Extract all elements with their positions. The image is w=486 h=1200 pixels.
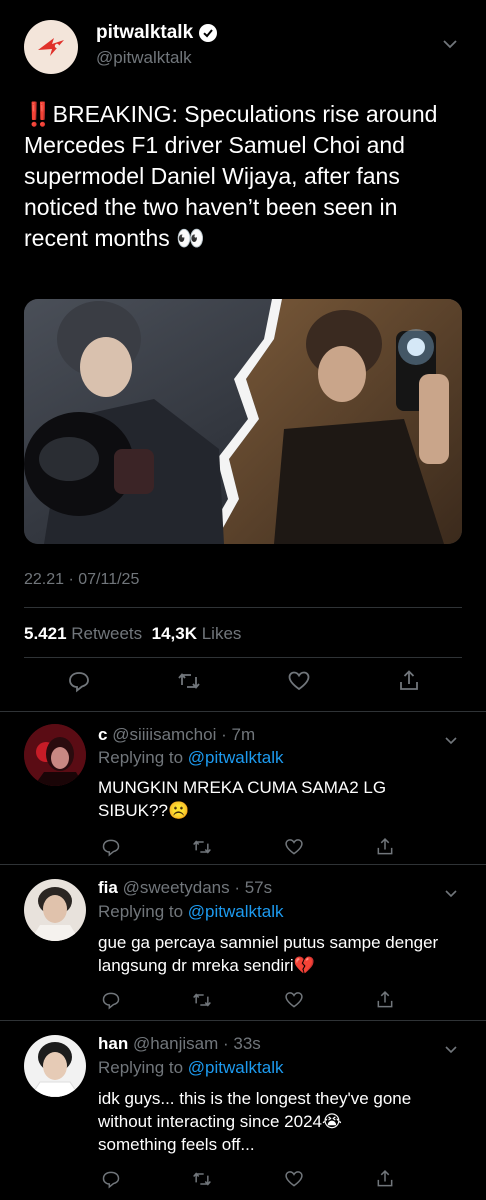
retweet-icon[interactable] bbox=[189, 1166, 215, 1192]
eyes-emoji: 👀 bbox=[176, 225, 205, 251]
media-collage-image bbox=[24, 299, 462, 544]
reply-avatar[interactable] bbox=[24, 1035, 86, 1097]
reply-avatar[interactable] bbox=[24, 724, 86, 786]
comment-icon[interactable] bbox=[98, 834, 124, 860]
share-icon[interactable] bbox=[372, 1166, 398, 1192]
comment-icon[interactable] bbox=[98, 1166, 124, 1192]
author-name-row[interactable]: pitwalktalk bbox=[96, 22, 218, 44]
frowning-emoji: ☹️ bbox=[167, 801, 190, 820]
retweets-count: 5.421 bbox=[24, 624, 67, 643]
avatar-image bbox=[24, 724, 86, 786]
heart-icon[interactable] bbox=[286, 668, 312, 694]
heart-icon[interactable] bbox=[281, 987, 307, 1013]
reply-item[interactable]: fia @sweetydans · 57s Replying to @pitwa… bbox=[0, 865, 486, 1020]
likes-stat[interactable]: 14,3K Likes bbox=[152, 624, 242, 643]
retweet-icon[interactable] bbox=[189, 834, 215, 860]
share-icon[interactable] bbox=[372, 987, 398, 1013]
reply-header: han @hanjisam · 33s bbox=[98, 1034, 261, 1054]
replying-to-label: Replying to bbox=[98, 748, 184, 767]
reply-header: c @siiiisamchoi · 7m bbox=[98, 725, 255, 745]
tweet-body: BREAKING: Speculations rise around Merce… bbox=[24, 101, 438, 251]
retweets-stat[interactable]: 5.421 Retweets bbox=[24, 624, 142, 643]
tweet-timestamp[interactable]: 22.21 · 07/11/25 bbox=[24, 571, 139, 589]
chevron-down-icon[interactable] bbox=[444, 885, 458, 903]
reply-author-handle[interactable]: @sweetydans bbox=[123, 878, 230, 897]
replying-to-label: Replying to bbox=[98, 1058, 184, 1077]
reply-actions bbox=[98, 834, 398, 860]
author-avatar[interactable] bbox=[24, 20, 78, 74]
reply-avatar[interactable] bbox=[24, 879, 86, 941]
replying-to-handle[interactable]: @pitwalktalk bbox=[188, 1058, 284, 1077]
reply-time: · 33s bbox=[223, 1034, 261, 1053]
reply-actions bbox=[98, 987, 398, 1013]
author-display-name[interactable]: pitwalktalk bbox=[96, 22, 193, 44]
tweet-actions bbox=[24, 668, 464, 694]
share-icon[interactable] bbox=[372, 834, 398, 860]
tweet-stats: 5.421 Retweets 14,3K Likes bbox=[24, 624, 241, 644]
reply-item[interactable]: c @siiiisamchoi · 7m Replying to @pitwal… bbox=[0, 712, 486, 864]
chevron-down-icon[interactable] bbox=[442, 36, 458, 54]
broken-heart-emoji: 💔 bbox=[293, 956, 315, 975]
chevron-down-icon[interactable] bbox=[444, 732, 458, 750]
main-tweet: pitwalktalk @pitwalktalk ‼️BREAKING: Spe… bbox=[0, 0, 486, 712]
reply-body-line2: something feels off... bbox=[98, 1135, 255, 1154]
heart-icon[interactable] bbox=[281, 1166, 307, 1192]
reply-author-handle[interactable]: @siiiisamchoi bbox=[112, 725, 216, 744]
divider bbox=[24, 657, 462, 658]
reply-body: gue ga percaya samniel putus sampe denge… bbox=[98, 933, 439, 975]
reply-text: gue ga percaya samniel putus sampe denge… bbox=[98, 931, 458, 977]
likes-count: 14,3K bbox=[151, 624, 197, 643]
comment-icon[interactable] bbox=[98, 987, 124, 1013]
verified-badge-icon bbox=[199, 24, 218, 42]
replying-to: Replying to @pitwalktalk bbox=[98, 902, 283, 922]
reply-item[interactable]: han @hanjisam · 33s Replying to @pitwalk… bbox=[0, 1021, 486, 1200]
reply-body: idk guys... this is the longest they've … bbox=[98, 1089, 412, 1131]
tweet-text: ‼️BREAKING: Speculations rise around Mer… bbox=[24, 99, 464, 254]
replying-to-label: Replying to bbox=[98, 902, 184, 921]
crying-emoji: 😭 bbox=[321, 1112, 342, 1131]
pitwalktalk-logo-icon bbox=[38, 38, 64, 56]
retweet-icon[interactable] bbox=[189, 987, 215, 1013]
comment-icon[interactable] bbox=[66, 668, 92, 694]
reply-text: MUNGKIN MREKA CUMA SAMA2 LG SIBUK??☹️ bbox=[98, 776, 458, 822]
retweet-icon[interactable] bbox=[176, 668, 202, 694]
reply-author-name[interactable]: c bbox=[98, 725, 107, 744]
retweets-label: Retweets bbox=[71, 624, 143, 643]
likes-label: Likes bbox=[201, 624, 242, 643]
double-exclamation-emoji: ‼️ bbox=[24, 101, 53, 127]
reply-time: · 7m bbox=[221, 725, 256, 744]
author-handle[interactable]: @pitwalktalk bbox=[96, 48, 192, 68]
reply-body: MUNGKIN MREKA CUMA SAMA2 LG SIBUK?? bbox=[98, 778, 387, 820]
heart-icon[interactable] bbox=[281, 834, 307, 860]
chevron-down-icon[interactable] bbox=[444, 1041, 458, 1059]
avatar-image bbox=[24, 879, 86, 941]
reply-author-name[interactable]: fia bbox=[98, 878, 118, 897]
avatar-image bbox=[24, 1035, 86, 1097]
divider bbox=[24, 607, 462, 608]
reply-text: idk guys... this is the longest they've … bbox=[98, 1087, 458, 1156]
reply-author-handle[interactable]: @hanjisam bbox=[133, 1034, 218, 1053]
replying-to-handle[interactable]: @pitwalktalk bbox=[188, 748, 284, 767]
replying-to: Replying to @pitwalktalk bbox=[98, 748, 283, 768]
replying-to-handle[interactable]: @pitwalktalk bbox=[188, 902, 284, 921]
reply-actions bbox=[98, 1166, 398, 1192]
reply-header: fia @sweetydans · 57s bbox=[98, 878, 272, 898]
share-icon[interactable] bbox=[396, 668, 422, 694]
reply-author-name[interactable]: han bbox=[98, 1034, 128, 1053]
reply-time: · 57s bbox=[234, 878, 273, 897]
replying-to: Replying to @pitwalktalk bbox=[98, 1058, 283, 1078]
tweet-media[interactable] bbox=[24, 299, 462, 544]
